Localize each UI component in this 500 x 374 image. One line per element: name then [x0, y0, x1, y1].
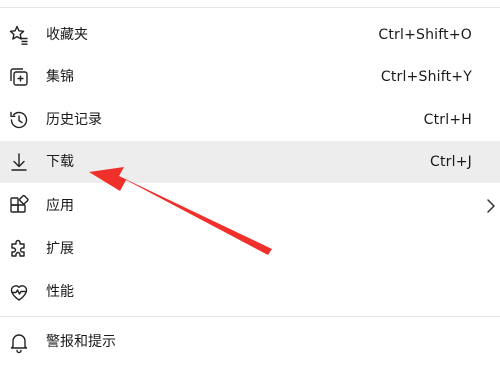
menu-item-label: 收藏夹 — [46, 27, 88, 43]
performance-icon — [7, 280, 31, 304]
shortcut-text: Ctrl+H — [423, 112, 472, 128]
apps-icon — [7, 194, 31, 218]
shortcut-text: Ctrl+Shift+O — [378, 27, 472, 43]
menu-item-collections[interactable]: 集锦 Ctrl+Shift+Y — [0, 56, 500, 98]
menu-item-label: 集锦 — [46, 69, 74, 85]
menu-item-downloads[interactable]: 下载 Ctrl+J — [0, 141, 500, 183]
download-icon — [7, 150, 31, 174]
menu-item-extensions[interactable]: 扩展 — [0, 228, 500, 270]
menu-item-label: 警报和提示 — [46, 334, 116, 350]
browser-settings-menu: 收藏夹 Ctrl+Shift+O 集锦 Ctrl+Shift+Y 历史记录 Ct… — [0, 0, 500, 374]
shortcut-text: Ctrl+Shift+Y — [380, 69, 472, 85]
menu-item-label: 扩展 — [46, 241, 74, 257]
menu-item-label: 下载 — [46, 154, 74, 170]
menu-item-alerts-and-tips[interactable]: 警报和提示 — [0, 321, 500, 363]
shortcut-text: Ctrl+J — [430, 154, 472, 170]
menu-item-performance[interactable]: 性能 — [0, 271, 500, 313]
menu-item-label: 历史记录 — [46, 112, 102, 128]
extensions-icon — [7, 237, 31, 261]
favorites-star-icon — [7, 23, 31, 47]
bell-icon — [7, 330, 31, 354]
menu-item-favorites[interactable]: 收藏夹 Ctrl+Shift+O — [0, 14, 500, 56]
menu-item-history[interactable]: 历史记录 Ctrl+H — [0, 99, 500, 141]
menu-item-apps[interactable]: 应用 — [0, 185, 500, 227]
collections-icon — [7, 65, 31, 89]
section-divider — [0, 316, 500, 317]
top-divider — [0, 7, 500, 8]
chevron-right-icon — [487, 199, 495, 213]
menu-item-label: 应用 — [46, 198, 74, 214]
history-icon — [7, 108, 31, 132]
menu-item-label: 性能 — [46, 284, 74, 300]
